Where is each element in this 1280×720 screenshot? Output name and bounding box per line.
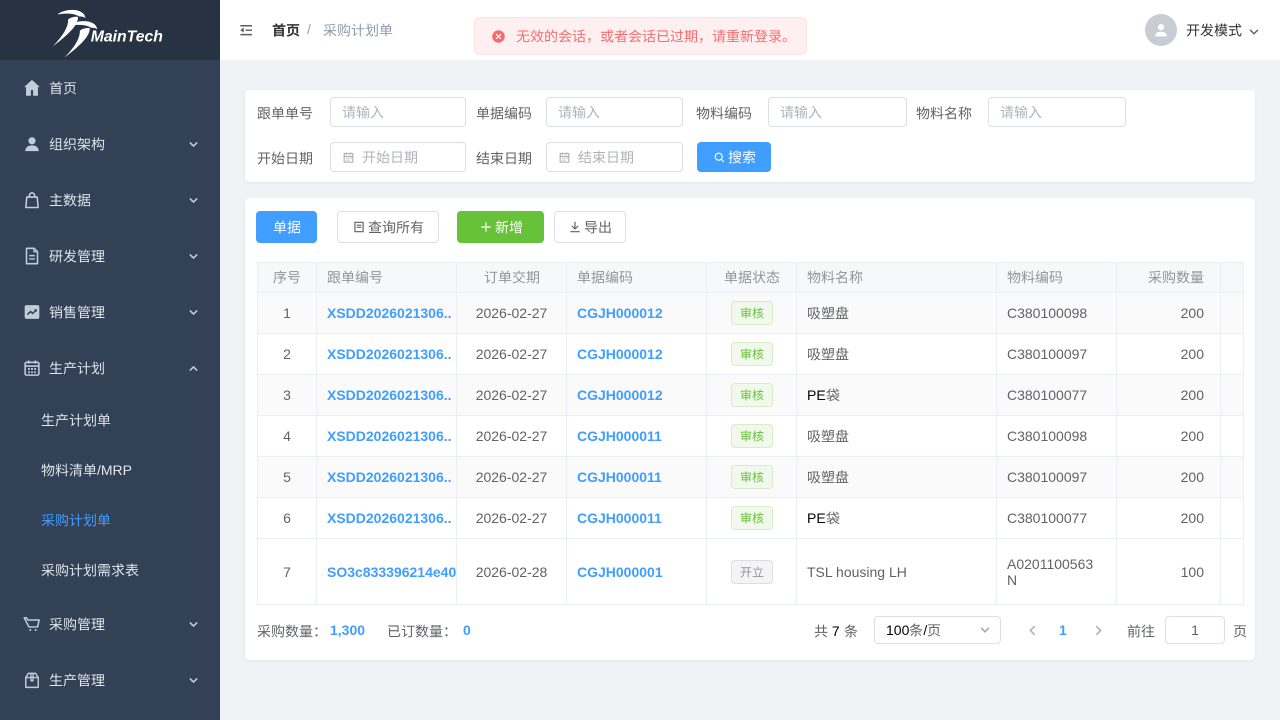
svg-text:MainTech: MainTech: [91, 29, 163, 46]
